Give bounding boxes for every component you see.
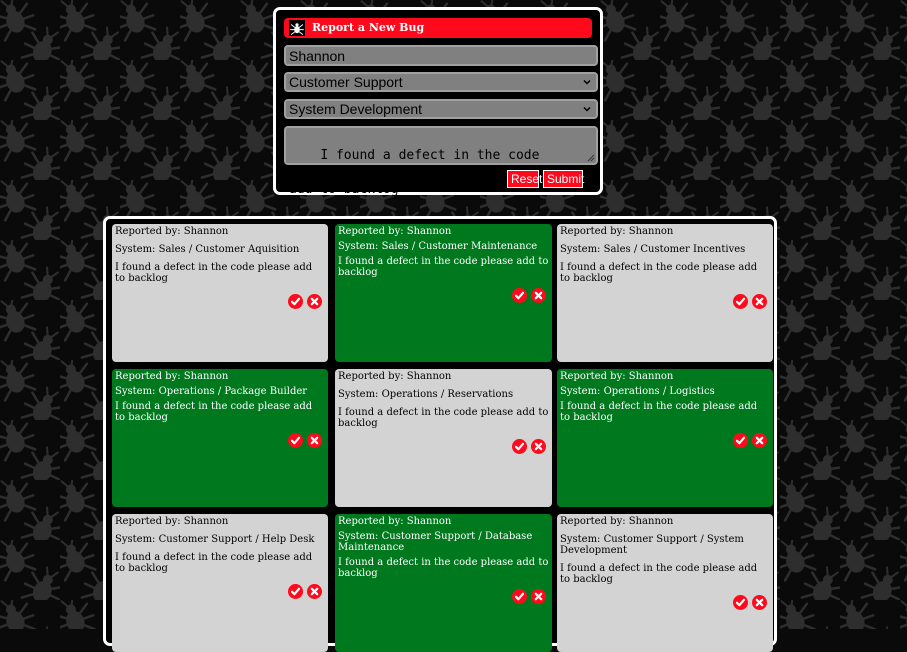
bug-card: Reported by: Shannon System: Operations /… <box>335 369 552 507</box>
resolve-button[interactable] <box>512 288 527 303</box>
bug-system: System: Sales / Customer Maintenance <box>338 241 538 252</box>
bug-actions <box>115 433 325 448</box>
bug-reporter: Reported by: Shannon <box>338 371 452 382</box>
bug-description: I found a defect in the code please add … <box>338 557 549 579</box>
close-icon <box>534 291 543 300</box>
bug-system: System: Operations / Reservations <box>338 389 514 400</box>
form-header: Report a New Bug <box>284 18 592 38</box>
bug-system: System: Sales / Customer Incentives <box>560 244 746 255</box>
bug-system: System: Operations / Package Builder <box>115 386 308 397</box>
close-icon <box>755 297 764 306</box>
resolve-button[interactable] <box>512 439 527 454</box>
delete-button[interactable] <box>307 294 322 309</box>
bug-card: Reported by: Shannon System: Customer Sup… <box>557 514 773 652</box>
delete-button[interactable] <box>531 589 546 604</box>
department-select[interactable]: Customer Support <box>284 72 598 92</box>
bug-reporter: Reported by: Shannon <box>560 371 674 382</box>
bug-reporter: Reported by: Shannon <box>560 516 674 527</box>
bug-card: Reported by: Shannon System: Customer Sup… <box>112 514 328 652</box>
chevron-down-icon <box>583 79 591 85</box>
delete-button[interactable] <box>752 433 767 448</box>
bug-system: System: Sales / Customer Aquisition <box>115 244 300 255</box>
bug-card: Reported by: Shannon System: Customer Sup… <box>335 514 552 652</box>
reset-button[interactable]: Reset <box>507 170 542 188</box>
close-icon <box>755 436 764 445</box>
bug-system: System: Customer Support / Database Main… <box>338 531 533 553</box>
close-icon <box>755 598 764 607</box>
bug-reporter: Reported by: Shannon <box>115 226 229 237</box>
resolve-button[interactable] <box>512 589 527 604</box>
resolve-button[interactable] <box>288 433 303 448</box>
bug-icon <box>289 20 305 36</box>
bug-description: I found a defect in the code please add … <box>115 262 313 284</box>
close-icon <box>534 592 543 601</box>
bug-card: Reported by: Shannon System: Operations /… <box>557 369 773 507</box>
bug-description-textarea[interactable]: I found a defect in the code please add … <box>284 126 598 197</box>
bug-actions <box>560 294 770 309</box>
resolve-button[interactable] <box>288 294 303 309</box>
bug-actions <box>560 595 770 610</box>
bug-actions <box>338 288 549 303</box>
chevron-down-icon <box>583 106 591 112</box>
bug-system: System: Customer Support / Help Desk <box>115 534 315 545</box>
delete-button[interactable] <box>307 584 322 599</box>
delete-button[interactable] <box>531 288 546 303</box>
bug-reporter: Reported by: Shannon <box>115 371 229 382</box>
reporter-name-input[interactable]: Shannon <box>284 45 598 66</box>
report-bug-form: Report a New Bug Shannon Customer Suppor… <box>273 7 603 197</box>
check-icon <box>735 297 746 306</box>
bug-actions <box>338 439 549 454</box>
check-icon <box>514 442 525 451</box>
bug-actions <box>115 294 325 309</box>
close-icon <box>310 436 319 445</box>
check-icon <box>290 587 301 596</box>
bug-reporter: Reported by: Shannon <box>560 226 674 237</box>
close-icon <box>310 297 319 306</box>
bug-system: System: Customer Support / System Develo… <box>560 534 744 556</box>
delete-button[interactable] <box>752 595 767 610</box>
close-icon <box>534 442 543 451</box>
bug-description: I found a defect in the code please add … <box>560 563 758 585</box>
resize-grip-icon[interactable] <box>586 153 595 162</box>
bug-list-panel: Reported by: Shannon System: Sales / Cust… <box>103 216 777 652</box>
check-icon <box>514 592 525 601</box>
bug-actions <box>338 589 549 604</box>
bug-description: I found a defect in the code please add … <box>115 401 313 423</box>
check-icon <box>735 436 746 445</box>
delete-button[interactable] <box>752 294 767 309</box>
bug-card: Reported by: Shannon System: Sales / Cust… <box>557 224 773 362</box>
bug-description: I found a defect in the code please add … <box>115 552 313 574</box>
resolve-button[interactable] <box>288 584 303 599</box>
resolve-button[interactable] <box>733 595 748 610</box>
bug-actions <box>115 584 325 599</box>
bug-card: Reported by: Shannon System: Sales / Cust… <box>335 224 552 362</box>
form-title: Report a New Bug <box>312 21 425 34</box>
system-select-value: System Development <box>289 101 423 117</box>
bug-system: System: Operations / Logistics <box>560 386 715 397</box>
bug-reporter: Reported by: Shannon <box>115 516 229 527</box>
delete-button[interactable] <box>531 439 546 454</box>
close-icon <box>310 587 319 596</box>
submit-button[interactable]: Submit <box>543 170 584 188</box>
resolve-button[interactable] <box>733 294 748 309</box>
bug-description: I found a defect in the code please add … <box>338 256 549 278</box>
bug-reporter: Reported by: Shannon <box>338 226 452 237</box>
bug-card: Reported by: Shannon System: Operations /… <box>112 369 328 507</box>
system-select[interactable]: System Development <box>284 99 598 119</box>
delete-button[interactable] <box>307 433 322 448</box>
bug-description: I found a defect in the code please add … <box>560 262 758 284</box>
check-icon <box>514 291 525 300</box>
bug-description: I found a defect in the code please add … <box>560 401 758 423</box>
check-icon <box>290 436 301 445</box>
bug-reporter: Reported by: Shannon <box>338 516 452 527</box>
check-icon <box>290 297 301 306</box>
bug-card: Reported by: Shannon System: Sales / Cust… <box>112 224 328 362</box>
department-select-value: Customer Support <box>289 74 403 90</box>
bug-actions <box>560 433 770 448</box>
resolve-button[interactable] <box>733 433 748 448</box>
bug-description: I found a defect in the code please add … <box>338 407 549 429</box>
check-icon <box>735 598 746 607</box>
